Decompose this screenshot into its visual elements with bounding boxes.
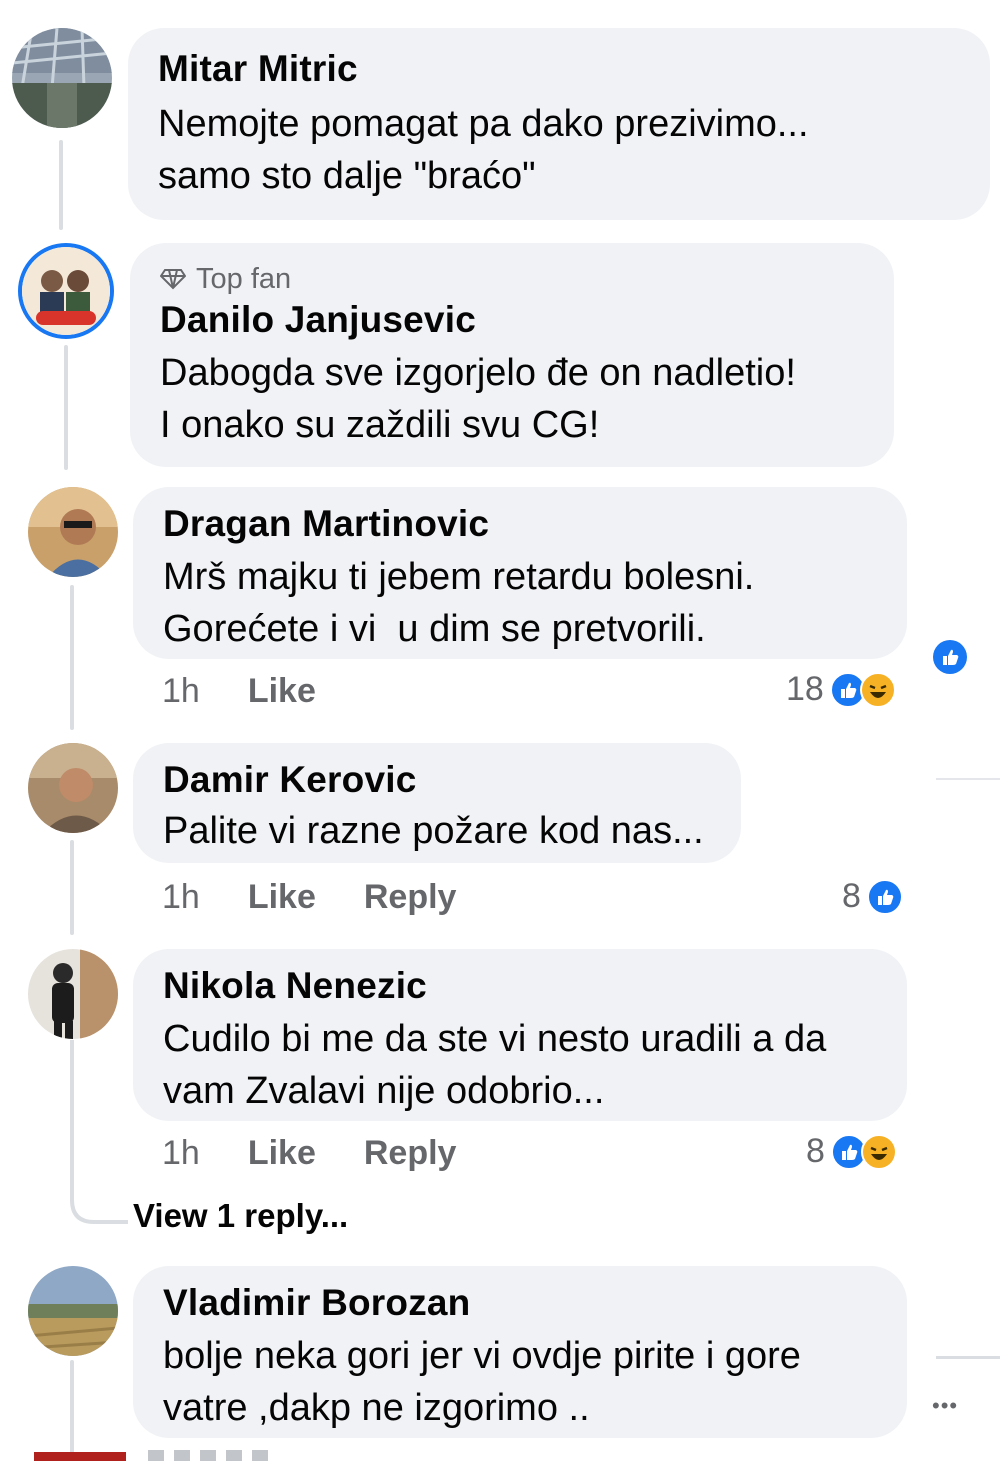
avatar[interactable] [28, 1266, 118, 1356]
comment-time[interactable]: 1h [162, 672, 200, 711]
like-icon [933, 640, 967, 674]
comment-bubble: Dragan Martinovic Mrš majku ti jebem ret… [133, 487, 907, 659]
comment-bubble: Damir Kerovic Palite vi razne požare kod… [133, 743, 741, 863]
comment-bubble: Vladimir Borozan bolje neka gori jer vi … [133, 1266, 907, 1438]
comment-text: Gorećete i vi u dim se pretvorili. [163, 608, 706, 650]
more-options-icon[interactable]: ••• [932, 1393, 958, 1419]
reply-button[interactable]: Reply [364, 878, 457, 917]
reply-button[interactable]: Reply [364, 1134, 457, 1173]
like-button[interactable]: Like [248, 878, 316, 917]
haha-reaction-icon [859, 671, 896, 708]
reaction-count: 8 [806, 1132, 825, 1170]
comment-text: bolje neka gori jer vi ovdje pirite i go… [163, 1335, 801, 1377]
top-fan-label: Top fan [196, 263, 292, 295]
like-reaction-icon [866, 878, 903, 915]
haha-reaction-icon [860, 1133, 897, 1170]
diamond-icon [160, 269, 186, 290]
comment-text: Cudilo bi me da ste vi nesto uradili a d… [163, 1018, 827, 1060]
avatar[interactable] [12, 28, 112, 128]
commenter-name[interactable]: Damir Kerovic [163, 757, 711, 803]
reaction-summary[interactable]: 18 [786, 670, 896, 709]
thread-line [70, 585, 74, 730]
like-button[interactable]: Like [248, 672, 316, 711]
avatar[interactable] [28, 487, 118, 577]
edge-divider [936, 1356, 1000, 1359]
comment-text: Palite vi razne požare kod nas... [163, 810, 704, 852]
thread-line [70, 1360, 74, 1460]
reaction-summary[interactable]: 8 [806, 1132, 897, 1171]
view-replies-link[interactable]: View 1 reply... [133, 1197, 348, 1235]
avatar[interactable] [28, 743, 118, 833]
comment-text: vatre ,dakp ne izgorimo .. [163, 1387, 590, 1429]
reaction-count: 8 [842, 877, 861, 915]
commenter-name[interactable]: Mitar Mitric [158, 46, 960, 92]
comment-text: Dabogda sve izgorjelo đe on nadletio! [160, 352, 796, 394]
thread-elbow [70, 1040, 128, 1224]
commenter-name[interactable]: Vladimir Borozan [163, 1280, 877, 1326]
avatar[interactable] [28, 949, 118, 1039]
cropped-meta-edge [148, 1450, 278, 1461]
avatar[interactable] [18, 243, 114, 339]
reaction-count: 18 [786, 670, 824, 708]
thread-line [70, 840, 74, 935]
comment-bubble: Mitar Mitric Nemojte pomagat pa dako pre… [128, 28, 990, 220]
comment-bubble: Top fan Danilo Janjusevic Dabogda sve iz… [130, 243, 894, 467]
top-fan-badge: Top fan [160, 261, 864, 297]
cropped-avatar-edge [34, 1452, 126, 1461]
commenter-name[interactable]: Dragan Martinovic [163, 501, 877, 547]
commenter-name[interactable]: Danilo Janjusevic [160, 297, 864, 343]
comment-text: Nemojte pomagat pa dako prezivimo... [158, 103, 809, 145]
comment-bubble: Nikola Nenezic Cudilo bi me da ste vi ne… [133, 949, 907, 1121]
thread-line [59, 140, 63, 230]
comment-text: samo sto dalje "braćo" [158, 155, 536, 197]
comment-actions: 1h Like Reply [162, 878, 456, 917]
comment-text: I onako su zaždili svu CG! [160, 404, 600, 446]
comment-actions: 1h Like Reply [162, 1134, 456, 1173]
reaction-summary[interactable]: 8 [842, 877, 903, 916]
thread-line [64, 345, 68, 470]
like-button[interactable]: Like [248, 1134, 316, 1173]
comment-time[interactable]: 1h [162, 1134, 200, 1173]
comment-time[interactable]: 1h [162, 878, 200, 917]
edge-divider [936, 778, 1000, 780]
comment-text: Mrš majku ti jebem retardu bolesni. [163, 556, 755, 598]
commenter-name[interactable]: Nikola Nenezic [163, 963, 877, 1009]
comment-text: vam Zvalavi nije odobrio... [163, 1070, 605, 1112]
comment-actions: 1h Like [162, 672, 316, 711]
